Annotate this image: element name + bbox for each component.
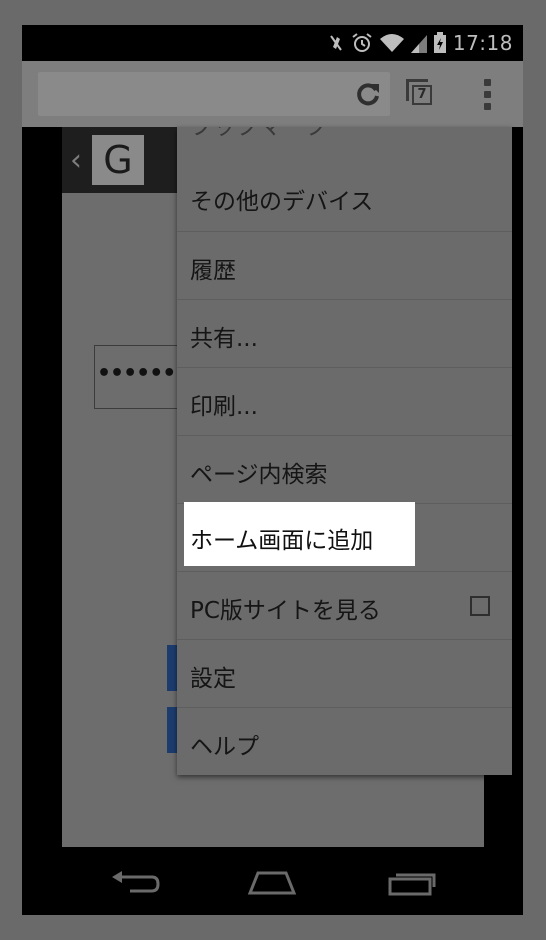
menu-item-label: ヘルプ (190, 734, 259, 760)
tab-count: 7 (412, 85, 432, 105)
browser-toolbar: 7 (22, 61, 523, 127)
overflow-menu: ブックマーク その他のデバイス 履歴 共有... 印刷... ページ内検索 PC… (177, 127, 512, 775)
reload-icon[interactable] (354, 80, 382, 108)
menu-item-settings[interactable]: 設定 (177, 639, 512, 707)
desktop-site-checkbox[interactable] (470, 596, 490, 616)
tab-switcher-button[interactable]: 7 (406, 77, 440, 111)
menu-item-label: ページ内検索 (190, 462, 328, 488)
menu-item-label: その他のデバイス (190, 189, 374, 215)
menu-item-label: 設定 (190, 666, 236, 692)
back-chevron-icon[interactable]: ‹ (70, 143, 82, 178)
menu-item-label: 共有... (190, 326, 258, 352)
navigation-bar (22, 847, 523, 915)
overflow-menu-icon[interactable] (480, 79, 494, 113)
menu-item-help[interactable]: ヘルプ (177, 707, 512, 775)
menu-item-print[interactable]: 印刷... (177, 367, 512, 435)
phone-screen: 17:18 7 ‹ G •••••••••• ブックマーク その他のデバイス 履… (22, 25, 523, 915)
menu-item-request-desktop-site[interactable]: PC版サイトを見る (177, 571, 512, 639)
menu-item-label: ブックマーク (190, 127, 328, 140)
status-bar: 17:18 (22, 25, 523, 61)
menu-item-history[interactable]: 履歴 (177, 231, 512, 299)
back-icon[interactable] (110, 869, 160, 899)
google-logo[interactable]: G (92, 135, 144, 185)
mute-icon (330, 35, 342, 51)
status-time: 17:18 (452, 31, 513, 55)
menu-item-label: 履歴 (190, 258, 236, 284)
home-icon[interactable] (246, 867, 298, 897)
signal-icon (410, 35, 427, 53)
menu-item-label-add-to-home-screen: ホーム画面に追加 (190, 528, 374, 554)
url-bar[interactable] (38, 72, 390, 116)
menu-item-share[interactable]: 共有... (177, 299, 512, 367)
wifi-icon (379, 34, 404, 52)
recent-apps-icon[interactable] (386, 867, 436, 897)
alarm-icon (352, 33, 372, 52)
menu-item-label: PC版サイトを見る (190, 598, 381, 624)
menu-item-label: 印刷... (190, 394, 258, 420)
menu-item-find-in-page[interactable]: ページ内検索 (177, 435, 512, 503)
menu-item-other-devices[interactable]: その他のデバイス (177, 163, 512, 231)
battery-charging-icon (433, 32, 446, 53)
